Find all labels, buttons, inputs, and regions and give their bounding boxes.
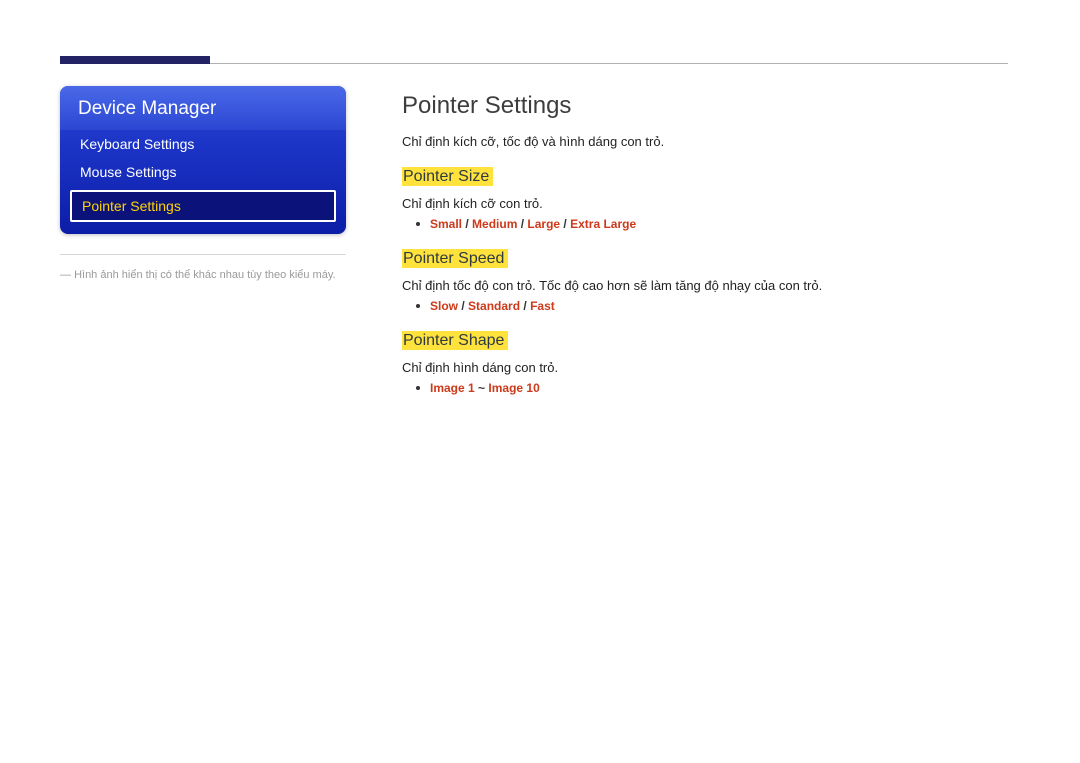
section-pointer-shape: Pointer Shape Chỉ định hình dáng con trỏ… bbox=[402, 331, 1008, 395]
separator: / bbox=[517, 217, 527, 231]
section-heading: Pointer Speed bbox=[402, 249, 508, 268]
options-row: Small / Medium / Large / Extra Large bbox=[416, 217, 1008, 231]
divider-line bbox=[210, 63, 1008, 64]
separator: / bbox=[520, 299, 530, 313]
option: Image 1 bbox=[430, 381, 475, 395]
option: Large bbox=[527, 217, 560, 231]
bullet-icon bbox=[416, 304, 420, 308]
main-content: Pointer Settings Chỉ định kích cỡ, tốc đ… bbox=[402, 86, 1008, 413]
sidebar-item-pointer-settings[interactable]: Pointer Settings bbox=[70, 190, 336, 222]
option: Extra Large bbox=[570, 217, 636, 231]
section-desc: Chỉ định tốc độ con trỏ. Tốc độ cao hơn … bbox=[402, 278, 1008, 293]
options-row: Slow / Standard / Fast bbox=[416, 299, 1008, 313]
section-heading: Pointer Shape bbox=[402, 331, 508, 350]
section-pointer-size: Pointer Size Chỉ định kích cỡ con trỏ. S… bbox=[402, 167, 1008, 231]
section-desc: Chỉ định hình dáng con trỏ. bbox=[402, 360, 1008, 375]
footnote-dash: ― bbox=[60, 269, 74, 281]
separator: / bbox=[462, 217, 472, 231]
sidebar-item-mouse-settings[interactable]: Mouse Settings bbox=[60, 158, 346, 186]
page-title: Pointer Settings bbox=[402, 92, 1008, 120]
option: Small bbox=[430, 217, 462, 231]
option: Fast bbox=[530, 299, 555, 313]
sidebar-item-keyboard-settings[interactable]: Keyboard Settings bbox=[60, 130, 346, 158]
options-row: Image 1 ~ Image 10 bbox=[416, 381, 1008, 395]
option: Standard bbox=[468, 299, 520, 313]
option: Slow bbox=[430, 299, 458, 313]
page-intro: Chỉ định kích cỡ, tốc độ và hình dáng co… bbox=[402, 134, 1008, 149]
sidebar-divider bbox=[60, 254, 346, 255]
separator: / bbox=[458, 299, 468, 313]
separator: ~ bbox=[475, 381, 489, 395]
option: Image 10 bbox=[488, 381, 539, 395]
accent-bar bbox=[60, 56, 210, 64]
sidebar-title: Device Manager bbox=[60, 86, 346, 130]
option: Medium bbox=[472, 217, 517, 231]
section-pointer-speed: Pointer Speed Chỉ định tốc độ con trỏ. T… bbox=[402, 249, 1008, 313]
section-heading: Pointer Size bbox=[402, 167, 493, 186]
section-desc: Chỉ định kích cỡ con trỏ. bbox=[402, 196, 1008, 211]
separator: / bbox=[560, 217, 570, 231]
sidebar-footnote: ― Hình ảnh hiển thị có thể khác nhau tùy… bbox=[60, 267, 346, 284]
bullet-icon bbox=[416, 222, 420, 226]
footnote-text: Hình ảnh hiển thị có thể khác nhau tùy t… bbox=[74, 269, 336, 281]
header-divider bbox=[60, 56, 1008, 64]
sidebar-panel: Device Manager Keyboard Settings Mouse S… bbox=[60, 86, 346, 234]
bullet-icon bbox=[416, 386, 420, 390]
